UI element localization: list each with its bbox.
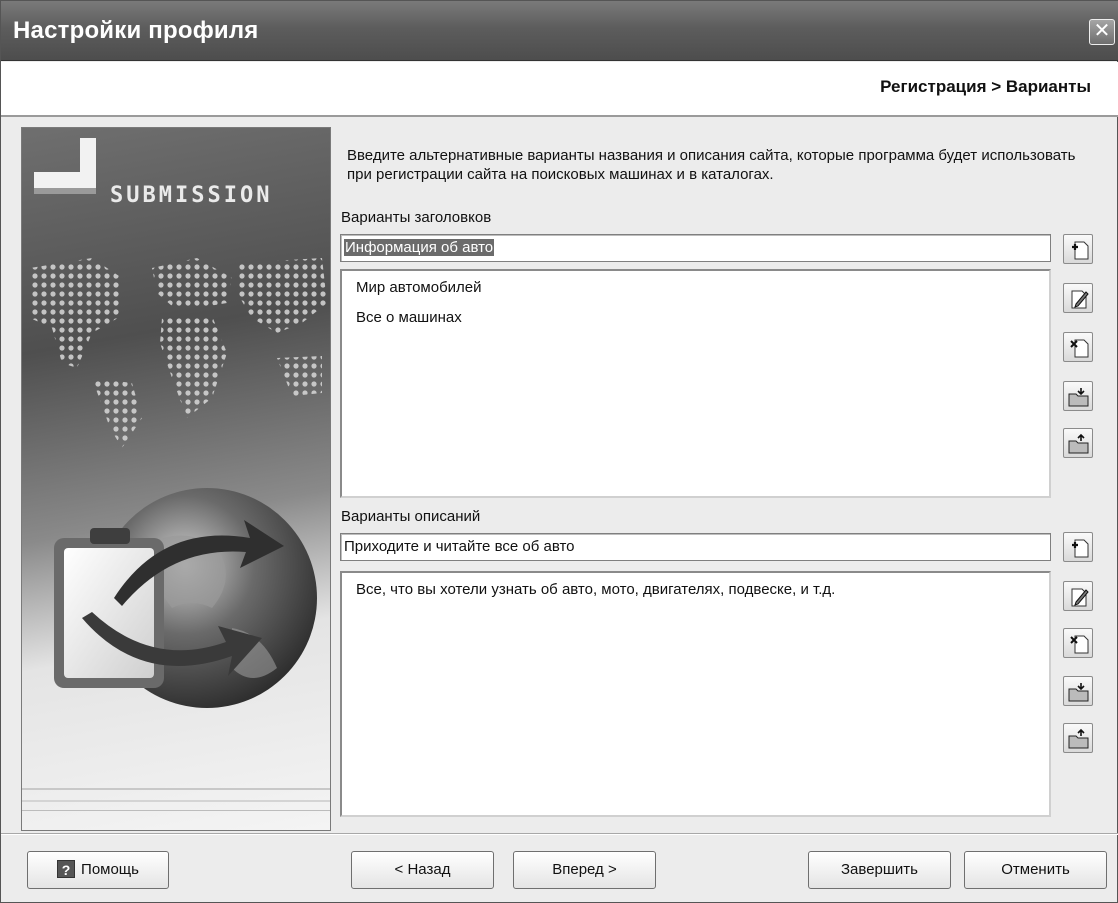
title-input-value: Информация об авто [344, 239, 495, 256]
title-input[interactable]: Информация об авто [340, 234, 1051, 262]
breadcrumb: Регистрация > Варианты [880, 77, 1091, 96]
cancel-button[interactable]: Отменить [964, 851, 1107, 889]
descriptions-label: Варианты описаний [341, 508, 481, 525]
banner-graphic: SUBMISSION [22, 138, 330, 811]
footer-divider [1, 833, 1118, 835]
close-icon: ✕ [1093, 20, 1111, 42]
delete-icon [1070, 339, 1089, 358]
delete-description-button[interactable] [1063, 628, 1093, 658]
export-icon [1068, 433, 1089, 454]
import-description-button[interactable] [1063, 676, 1093, 706]
add-title-button[interactable] [1063, 234, 1093, 264]
edit-icon [1071, 588, 1089, 607]
list-item[interactable]: Все о машинах [356, 305, 1049, 335]
export-title-button[interactable] [1063, 428, 1093, 458]
help-icon: ? [57, 859, 76, 878]
add-icon [1072, 539, 1089, 558]
finish-button[interactable]: Завершить [808, 851, 951, 889]
clipboard-icon [54, 528, 164, 688]
import-icon [1068, 388, 1089, 407]
delete-title-button[interactable] [1063, 332, 1093, 362]
svg-text:SUBMISSION: SUBMISSION [110, 183, 272, 208]
help-button-label: Помощь [81, 861, 139, 878]
export-icon [1068, 728, 1089, 749]
delete-icon [1070, 635, 1089, 654]
list-item[interactable]: Мир автомобилей [356, 275, 1049, 305]
add-icon [1072, 241, 1089, 260]
description-input-value: Приходите и читайте все об авто [344, 538, 575, 555]
next-button[interactable]: Вперед > [513, 851, 656, 889]
wizard-header: Регистрация > Варианты [1, 62, 1118, 117]
titles-list[interactable]: Мир автомобилей Все о машинах [340, 269, 1051, 498]
edit-title-button[interactable] [1063, 283, 1093, 313]
list-item[interactable]: Все, что вы хотели узнать об авто, мото,… [356, 577, 1049, 607]
window-title: Настройки профиля [13, 17, 259, 44]
help-button[interactable]: ? Помощь [27, 851, 169, 889]
titles-label: Варианты заголовков [341, 209, 492, 226]
edit-icon [1071, 290, 1089, 309]
logo-mark-icon [34, 138, 96, 194]
import-icon [1068, 683, 1089, 702]
edit-description-button[interactable] [1063, 581, 1093, 611]
descriptions-list[interactable]: Все, что вы хотели узнать об авто, мото,… [340, 571, 1051, 817]
add-description-button[interactable] [1063, 532, 1093, 562]
settings-dialog: Настройки профиля ✕ Регистрация > Вариан… [0, 0, 1118, 903]
back-button[interactable]: < Назад [351, 851, 494, 889]
export-description-button[interactable] [1063, 723, 1093, 753]
intro-text: Введите альтернативные варианты названия… [347, 147, 1076, 183]
banner-image: SUBMISSION [21, 127, 331, 831]
close-button[interactable]: ✕ [1089, 19, 1115, 45]
title-bar: Настройки профиля ✕ [1, 1, 1118, 61]
description-input[interactable]: Приходите и читайте все об авто [340, 533, 1051, 561]
import-title-button[interactable] [1063, 381, 1093, 411]
